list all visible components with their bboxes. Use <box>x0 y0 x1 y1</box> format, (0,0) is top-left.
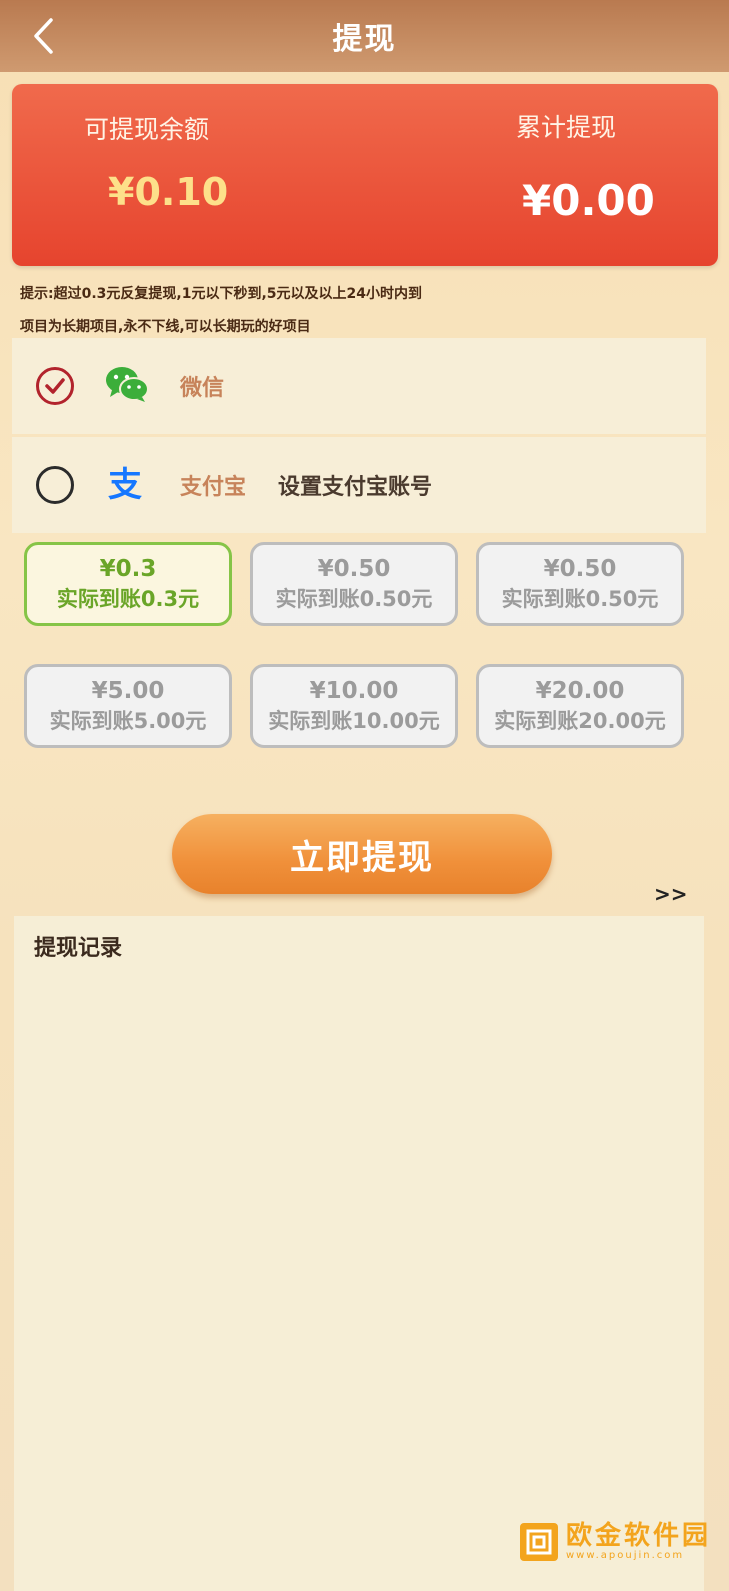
watermark: 欧金软件园 www.apoujin.com <box>520 1522 711 1562</box>
amount-value: ¥20.00 <box>535 678 625 704</box>
balance-card: 可提现余额 ¥0.10 累计提现 ¥0.00 <box>12 84 718 266</box>
amount-option[interactable]: ¥20.00 实际到账20.00元 <box>476 664 684 748</box>
withdraw-now-button[interactable]: 立即提现 <box>172 814 552 894</box>
amount-received: 实际到账0.3元 <box>56 587 200 611</box>
amount-received: 实际到账0.50元 <box>275 587 433 611</box>
page-title: 提现 <box>332 22 397 57</box>
watermark-logo-icon <box>520 1523 558 1561</box>
withdraw-records-panel: 提现记录 <box>14 916 704 1591</box>
amount-received: 实际到账10.00元 <box>268 709 440 733</box>
chevron-left-icon <box>34 18 53 54</box>
amount-received: 实际到账0.50元 <box>501 587 659 611</box>
amount-option[interactable]: ¥5.00 实际到账5.00元 <box>24 664 232 748</box>
radio-unchecked-icon[interactable] <box>36 466 74 504</box>
amount-received: 实际到账20.00元 <box>494 709 666 733</box>
amount-value: ¥10.00 <box>309 678 399 704</box>
svg-text:支: 支 <box>108 465 142 503</box>
tip-line-2: 项目为长期项目,永不下线,可以长期玩的好项目 <box>20 319 311 335</box>
wechat-label: 微信 <box>180 376 225 401</box>
radio-checked-icon[interactable] <box>36 367 74 405</box>
watermark-url: www.apoujin.com <box>566 1550 685 1561</box>
amount-option[interactable]: ¥0.50 实际到账0.50元 <box>250 542 458 626</box>
amount-option[interactable]: ¥0.3 实际到账0.3元 <box>24 542 232 626</box>
amount-option[interactable]: ¥10.00 实际到账10.00元 <box>250 664 458 748</box>
amount-value: ¥0.50 <box>543 556 617 582</box>
amount-option[interactable]: ¥0.50 实际到账0.50元 <box>476 542 684 626</box>
total-withdrawn-label: 累计提现 <box>516 113 617 142</box>
watermark-name: 欧金软件园 <box>566 1521 712 1551</box>
amount-value: ¥5.00 <box>91 678 165 704</box>
more-link[interactable]: >> <box>654 882 688 906</box>
records-title: 提现记录 <box>34 936 123 961</box>
set-alipay-account-link[interactable]: 设置支付宝账号 <box>278 469 432 501</box>
alipay-icon: 支 <box>104 463 150 507</box>
total-withdrawn-value: ¥0.00 <box>522 176 655 225</box>
available-balance-value: ¥0.10 <box>108 170 229 214</box>
header-bar: 提现 <box>0 0 729 72</box>
back-button[interactable] <box>28 18 58 54</box>
payment-option-wechat[interactable]: 微信 <box>12 338 706 434</box>
alipay-label: 支付宝 <box>180 475 247 500</box>
tip-line-1: 提示:超过0.3元反复提现,1元以下秒到,5元以及以上24小时内到 <box>20 286 422 302</box>
amount-value: ¥0.3 <box>99 556 157 582</box>
wechat-icon <box>104 364 150 408</box>
amount-received: 实际到账5.00元 <box>49 709 207 733</box>
amount-value: ¥0.50 <box>317 556 391 582</box>
available-balance-label: 可提现余额 <box>84 115 210 144</box>
payment-option-alipay[interactable]: 支 支付宝 设置支付宝账号 <box>12 437 706 533</box>
